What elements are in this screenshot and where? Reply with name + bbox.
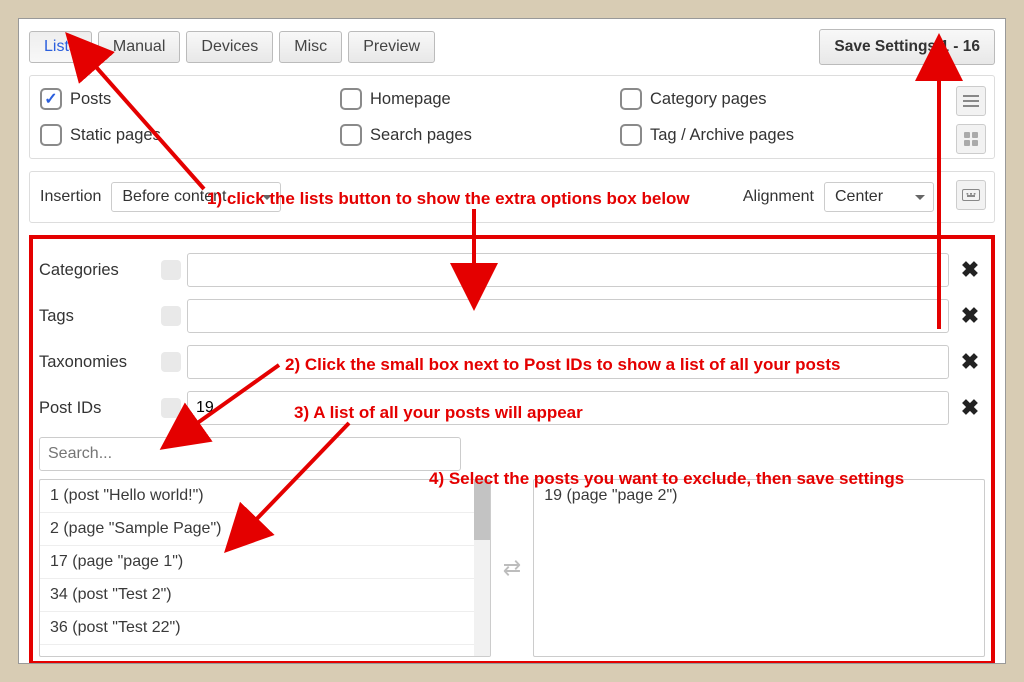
taxonomies-toggle[interactable] [161, 352, 181, 372]
list-item[interactable]: 17 (page "page 1") [40, 546, 490, 579]
tab-devices[interactable]: Devices [186, 31, 273, 63]
tab-preview[interactable]: Preview [348, 31, 435, 63]
row-post-ids: Post IDs ✖ [39, 391, 985, 425]
insertion-label: Insertion [40, 188, 101, 206]
tab-manual[interactable]: Manual [98, 31, 180, 63]
post-ids-clear[interactable]: ✖ [955, 395, 985, 421]
option-tag-archive-label: Tag / Archive pages [650, 126, 794, 145]
post-ids-toggle[interactable] [161, 398, 181, 418]
option-tag-archive[interactable]: Tag / Archive pages [620, 124, 900, 146]
tabs-row: Lists Manual Devices Misc Preview Save S… [29, 29, 995, 65]
option-category-pages-label: Category pages [650, 90, 767, 109]
list-view-icon[interactable] [956, 86, 986, 116]
tags-clear[interactable]: ✖ [955, 303, 985, 329]
swap-icon[interactable]: ⇄ [503, 555, 521, 581]
option-posts[interactable]: ✓ Posts [40, 88, 340, 110]
page-type-options: ✓ Posts Homepage Category pages Static p… [29, 75, 995, 159]
option-category-pages[interactable]: Category pages [620, 88, 900, 110]
categories-toggle[interactable] [161, 260, 181, 280]
row-categories: Categories ✖ [39, 253, 985, 287]
insertion-bar: Insertion Before content Alignment Cente… [29, 171, 995, 223]
taxonomies-input[interactable] [187, 345, 949, 379]
list-item[interactable]: 34 (post "Test 2") [40, 579, 490, 612]
checkbox-homepage[interactable] [340, 88, 362, 110]
insertion-select[interactable]: Before content [111, 182, 281, 212]
grid-view-icon[interactable] [956, 124, 986, 154]
checkbox-static-pages[interactable] [40, 124, 62, 146]
row-tags: Tags ✖ [39, 299, 985, 333]
post-ids-input[interactable] [187, 391, 949, 425]
taxonomies-label: Taxonomies [39, 353, 155, 372]
tags-input[interactable] [187, 299, 949, 333]
option-static-pages-label: Static pages [70, 126, 161, 145]
checkbox-search-pages[interactable] [340, 124, 362, 146]
tags-toggle[interactable] [161, 306, 181, 326]
categories-label: Categories [39, 261, 155, 280]
filter-box: Categories ✖ Tags ✖ Taxonomies ✖ Post ID… [29, 235, 995, 664]
list-item[interactable]: 2 (page "Sample Page") [40, 513, 490, 546]
list-item[interactable]: 19 (page "page 2") [534, 480, 984, 512]
option-search-pages[interactable]: Search pages [340, 124, 620, 146]
option-homepage-label: Homepage [370, 90, 451, 109]
search-input[interactable] [39, 437, 461, 471]
list-item[interactable]: 1 (post "Hello world!") [40, 480, 490, 513]
available-posts-list[interactable]: 1 (post "Hello world!") 2 (page "Sample … [39, 479, 491, 657]
option-posts-label: Posts [70, 90, 111, 109]
row-taxonomies: Taxonomies ✖ [39, 345, 985, 379]
categories-input[interactable] [187, 253, 949, 287]
tab-lists[interactable]: Lists [29, 31, 92, 63]
checkbox-tag-archive[interactable] [620, 124, 642, 146]
option-static-pages[interactable]: Static pages [40, 124, 340, 146]
option-homepage[interactable]: Homepage [340, 88, 620, 110]
keyboard-icon[interactable] [956, 180, 986, 210]
scrollbar-thumb[interactable] [474, 480, 490, 540]
tags-label: Tags [39, 307, 155, 326]
checkbox-posts[interactable]: ✓ [40, 88, 62, 110]
save-button[interactable]: Save Settings 1 - 16 [819, 29, 995, 65]
option-search-pages-label: Search pages [370, 126, 472, 145]
taxonomies-clear[interactable]: ✖ [955, 349, 985, 375]
selected-posts-list[interactable]: 19 (page "page 2") [533, 479, 985, 657]
tab-misc[interactable]: Misc [279, 31, 342, 63]
checkbox-category-pages[interactable] [620, 88, 642, 110]
alignment-select[interactable]: Center [824, 182, 934, 212]
post-ids-label: Post IDs [39, 399, 155, 418]
categories-clear[interactable]: ✖ [955, 257, 985, 283]
list-item[interactable]: 36 (post "Test 22") [40, 612, 490, 645]
alignment-label: Alignment [743, 188, 814, 206]
